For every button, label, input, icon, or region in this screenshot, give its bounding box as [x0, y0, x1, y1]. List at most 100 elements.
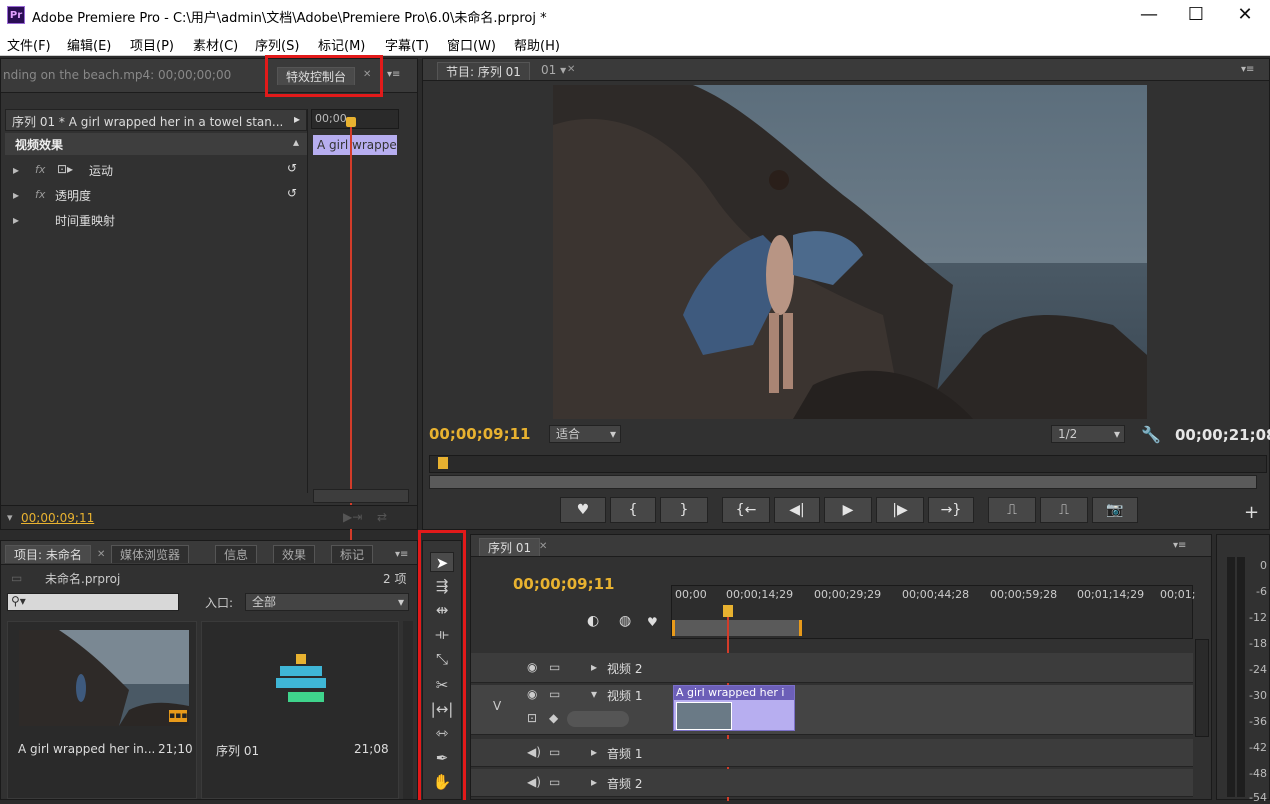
close-button[interactable]: ✕ — [1222, 2, 1268, 28]
step-forward-button[interactable]: |▶ — [876, 497, 924, 523]
menu-help[interactable]: 帮助(H) — [514, 35, 560, 54]
play-button[interactable]: ▶ — [824, 497, 872, 523]
track-video-2[interactable]: ◉ ▭ ▸ 视频 2 — [471, 653, 1193, 683]
menu-marker[interactable]: 标记(M) — [318, 35, 365, 54]
tab-sequence[interactable]: 序列 01 — [479, 538, 541, 556]
pen-tool-icon[interactable]: ✒ — [430, 748, 454, 768]
timeline-playhead-marker-icon[interactable] — [723, 605, 733, 617]
collapse-track-icon[interactable]: ▾ — [591, 687, 597, 701]
eye-icon[interactable]: ◉ — [527, 660, 537, 674]
effect-row-motion[interactable]: ▸ fx ⊡▸ 运动 ↺ — [5, 159, 307, 183]
project-scrollbar[interactable] — [403, 621, 413, 799]
tab-info[interactable]: 信息 — [215, 545, 258, 563]
work-area-bar[interactable] — [672, 620, 802, 636]
expand-icon[interactable]: ▸ — [13, 163, 19, 177]
reset-icon[interactable]: ↺ — [287, 161, 297, 175]
close-tab-icon[interactable]: ✕ — [539, 541, 547, 552]
step-back-button[interactable]: ◀| — [774, 497, 820, 523]
timeline-scrollbar[interactable] — [1195, 639, 1209, 737]
menu-project[interactable]: 项目(P) — [130, 35, 174, 54]
expand-track-icon[interactable]: ▸ — [591, 660, 597, 674]
tab-markers[interactable]: 标记 — [331, 545, 374, 563]
track-video-1[interactable]: V ◉ ▭ ▾ 视频 1 ⊡ ◆ — [471, 685, 1193, 735]
in-point-dropdown[interactable]: 全部 — [245, 593, 409, 611]
snap-icon[interactable]: ◐ — [587, 613, 599, 629]
sequence-dropdown[interactable]: 01 ▾ — [541, 63, 566, 77]
program-time-ruler[interactable] — [429, 455, 1267, 473]
close-tab-icon[interactable]: ✕ — [567, 64, 575, 75]
menu-sequence[interactable]: 序列(S) — [255, 35, 299, 54]
program-current-time[interactable]: 00;00;09;11 — [429, 425, 531, 443]
keyframe-nav[interactable] — [567, 711, 629, 727]
effect-clip-bar[interactable]: A girl wrappe — [313, 135, 397, 155]
panel-menu-icon[interactable]: ▾≡ — [1241, 64, 1254, 75]
maximize-button[interactable]: ☐ — [1173, 2, 1219, 28]
effect-row-time-remap[interactable]: ▸ 时间重映射 — [5, 209, 307, 233]
add-marker-button[interactable]: ♥ — [560, 497, 606, 523]
track-audio-1[interactable]: ◀) ▭ ▸ 音频 1 — [471, 739, 1193, 767]
track-audio-2[interactable]: ◀) ▭ ▸ 音频 2 — [471, 769, 1193, 797]
rolling-edit-tool-icon[interactable]: ⟛ — [430, 624, 454, 644]
go-to-in-button[interactable]: {← — [722, 497, 770, 523]
lock-icon[interactable]: ▭ — [549, 745, 560, 759]
fit-dropdown[interactable]: 适合 — [549, 425, 621, 443]
lift-button[interactable]: ⎍ — [988, 497, 1036, 523]
export-frame-button[interactable]: 📷 — [1092, 497, 1138, 523]
resolution-dropdown[interactable]: 1/2 — [1051, 425, 1125, 443]
selection-tool-icon[interactable]: ➤ — [430, 552, 454, 572]
source-tab[interactable]: nding on the beach.mp4: 00;00;00;00 — [3, 68, 231, 82]
mark-in-button[interactable]: { — [610, 497, 656, 523]
lock-icon[interactable]: ▭ — [549, 687, 560, 701]
search-input[interactable]: ⚲▾ — [7, 593, 179, 611]
zoom-scrollbar[interactable] — [313, 489, 409, 503]
keyframe-icon[interactable]: ◆ — [549, 711, 558, 725]
reset-icon[interactable]: ↺ — [287, 186, 297, 200]
expand-icon[interactable]: ▸ — [13, 213, 19, 227]
slide-tool-icon[interactable]: ⇿ — [430, 723, 454, 743]
loop-icon[interactable]: ⇄ — [377, 510, 387, 524]
timeline-current-time[interactable]: 00;00;09;11 — [513, 575, 615, 593]
panel-menu-icon[interactable]: ▾≡ — [387, 69, 400, 80]
ripple-edit-tool-icon[interactable]: ⇹ — [430, 600, 454, 620]
minimize-button[interactable]: — — [1126, 2, 1172, 28]
video-clip[interactable]: A girl wrapped her i — [673, 685, 795, 731]
display-style-icon[interactable]: ⊡ — [527, 711, 537, 725]
tab-effects[interactable]: 效果 — [273, 545, 316, 563]
rate-stretch-tool-icon[interactable]: ⤡ — [430, 649, 454, 669]
razor-tool-icon[interactable]: ✂ — [430, 675, 454, 695]
link-icon[interactable]: ◍ — [619, 613, 631, 629]
marker-icon[interactable]: ♥ — [647, 615, 658, 629]
video-frame[interactable] — [553, 85, 1147, 419]
expand-track-icon[interactable]: ▸ — [591, 745, 597, 759]
tab-program[interactable]: 节目: 序列 01 — [437, 62, 530, 80]
expand-icon[interactable]: ▸ — [13, 188, 19, 202]
target-track-label[interactable]: V — [493, 699, 501, 713]
playhead-marker-icon[interactable] — [438, 457, 448, 469]
project-item-sequence[interactable]: 序列 01 21;08 — [201, 621, 399, 799]
menu-title[interactable]: 字幕(T) — [385, 35, 429, 54]
effect-playhead[interactable] — [350, 117, 352, 543]
lock-icon[interactable]: ▭ — [549, 775, 560, 789]
track-select-tool-icon[interactable]: ⇶ — [430, 576, 454, 596]
panel-menu-icon[interactable]: ▾≡ — [1173, 540, 1186, 551]
menu-edit[interactable]: 编辑(E) — [67, 35, 111, 54]
tab-media-browser[interactable]: 媒体浏览器 — [111, 545, 190, 563]
play-audio-icon[interactable]: ▶⇥ — [343, 510, 362, 524]
panel-menu-icon[interactable]: ▾≡ — [395, 549, 408, 560]
effect-row-opacity[interactable]: ▸ fx 透明度 ↺ — [5, 184, 307, 208]
add-button-icon[interactable]: + — [1244, 502, 1259, 523]
expand-track-icon[interactable]: ▸ — [591, 775, 597, 789]
slip-tool-icon[interactable]: |↔| — [430, 699, 454, 719]
playhead-marker-icon[interactable] — [346, 117, 356, 127]
collapse-icon[interactable]: ▴ — [293, 135, 299, 149]
extract-button[interactable]: ⎍ — [1040, 497, 1088, 523]
eye-icon[interactable]: ◉ — [527, 687, 537, 701]
mark-out-button[interactable]: } — [660, 497, 708, 523]
effect-timecode[interactable]: 00;00;09;11 — [21, 511, 94, 525]
wrench-icon[interactable]: 🔧 — [1141, 425, 1161, 444]
clip-selector[interactable]: 序列 01 * A girl wrapped her in a towel st… — [5, 109, 307, 131]
speaker-icon[interactable]: ◀) — [527, 775, 541, 789]
go-to-out-button[interactable]: →} — [928, 497, 974, 523]
lock-icon[interactable]: ▭ — [549, 660, 560, 674]
menu-file[interactable]: 文件(F) — [7, 35, 51, 54]
